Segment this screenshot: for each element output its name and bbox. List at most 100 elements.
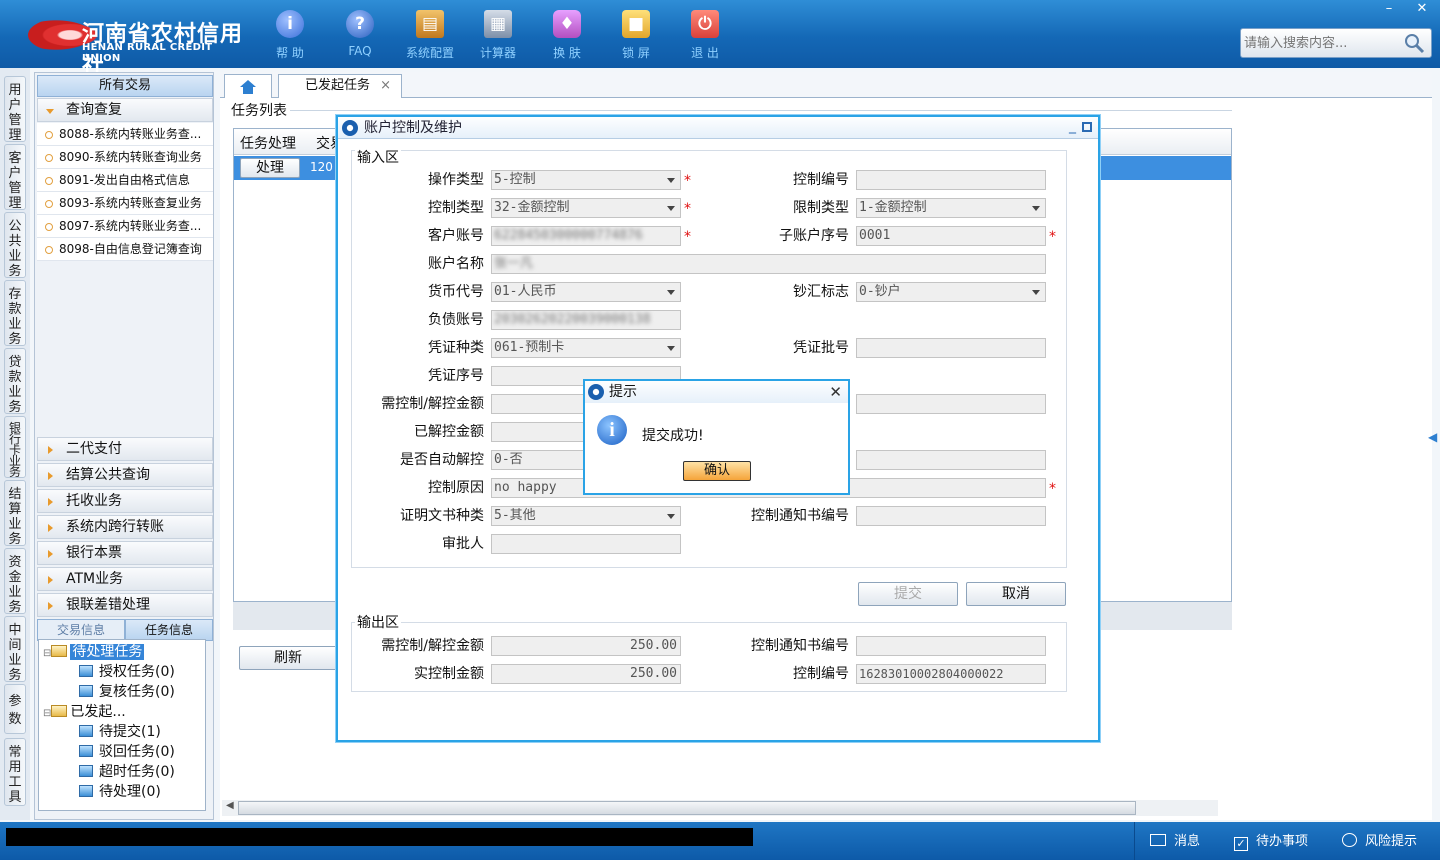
transaction-item[interactable]: 8097-系统内转账业务查... <box>37 215 213 238</box>
doc-type-select[interactable]: 5-其他 <box>491 506 681 526</box>
sub-seq-field[interactable]: 0001 <box>856 226 1046 246</box>
calculator-label: 计算器 <box>479 46 516 60</box>
transaction-item[interactable]: 8090-系统内转账查询业务 <box>37 146 213 169</box>
tree-node[interactable]: 待提交(1) <box>79 722 161 742</box>
module-tab-user[interactable]: 用户管理 <box>4 76 26 143</box>
tree-node[interactable]: 授权任务(0) <box>79 662 175 682</box>
brand-logo: 河南省农村信用社 HENAN RURAL CREDIT UNION <box>22 10 252 78</box>
tree-node-pending[interactable]: ⊟ 待处理任务 <box>43 642 145 662</box>
tab-task-info[interactable]: 任务信息 <box>125 619 213 641</box>
exit-label: 退 出 <box>691 46 719 60</box>
voucher-batch-field[interactable] <box>856 338 1046 358</box>
change-skin-button[interactable]: ♦ 换 肤 <box>536 8 598 62</box>
faq-button[interactable]: ? FAQ <box>329 8 391 62</box>
tab-close-icon[interactable]: × <box>380 75 391 97</box>
info-icon: i <box>597 415 627 445</box>
todo-button[interactable]: ✓ 待办事项 <box>1234 830 1308 851</box>
input-section-title: 输入区 <box>355 147 401 167</box>
exit-button[interactable]: ⏻ 退 出 <box>674 8 736 62</box>
lock-screen-button[interactable]: ■ 锁 屏 <box>605 8 667 62</box>
home-tab[interactable] <box>224 74 272 98</box>
tree-label: 超时任务(0) <box>99 764 175 780</box>
module-tab-params[interactable]: 参数 <box>4 684 26 734</box>
amount-label: 需控制/解控金额 <box>381 396 484 412</box>
voucher-seq-label: 凭证序号 <box>428 368 484 384</box>
module-tab-public[interactable]: 公共业务 <box>4 212 26 279</box>
module-tab-bank-card[interactable]: 银行卡业务 <box>4 416 26 478</box>
horizontal-scrollbar[interactable]: ◀ <box>222 800 1218 816</box>
tree-node[interactable]: 驳回任务(0) <box>79 742 175 762</box>
confirm-button[interactable]: 确认 <box>683 461 751 481</box>
alert-close-icon[interactable]: ✕ <box>829 381 842 403</box>
module-tab-funds[interactable]: 资金业务 <box>4 548 26 615</box>
blank-field[interactable] <box>856 450 1046 470</box>
cust-acct-field[interactable]: 6228450300000774876 <box>491 226 681 246</box>
search-input[interactable] <box>1244 33 1404 53</box>
category-item[interactable]: 结算公共查询 <box>37 463 213 487</box>
tree-node-initiated[interactable]: ⊟ 已发起... <box>43 702 126 722</box>
transaction-item[interactable]: 8098-自由信息登记簿查询 <box>37 238 213 261</box>
help-label: 帮 助 <box>276 46 304 60</box>
transaction-item[interactable]: 8088-系统内转账业务查... <box>37 123 213 146</box>
process-button[interactable]: 处理 <box>240 158 300 178</box>
module-tab-deposit[interactable]: 存款业务 <box>4 280 26 347</box>
ctrl-type-select[interactable]: 32-金额控制 <box>491 198 681 218</box>
category-item[interactable]: 系统内跨行转账 <box>37 515 213 539</box>
mail-icon <box>1150 834 1166 846</box>
minimize-button[interactable]: – <box>1374 0 1404 18</box>
op-type-select[interactable]: 5-控制 <box>491 170 681 190</box>
module-tab-tools[interactable]: 常用工具 <box>4 738 26 806</box>
module-tab-settlement[interactable]: 结算业务 <box>4 480 26 547</box>
tab-transaction-info[interactable]: 交易信息 <box>37 619 125 641</box>
blank-field[interactable] <box>856 394 1046 414</box>
category-item[interactable]: 托收业务 <box>37 489 213 513</box>
dialog-minimize-icon[interactable]: _ <box>1069 115 1076 137</box>
category-item[interactable]: ATM业务 <box>37 567 213 591</box>
transaction-item[interactable]: 8091-发出自由格式信息 <box>37 169 213 192</box>
risk-alert-button[interactable]: 风险提示 <box>1342 830 1417 849</box>
category-item[interactable]: 二代支付 <box>37 437 213 461</box>
acct-name-field[interactable]: 张一凡 <box>491 254 1046 274</box>
refresh-button[interactable]: 刷新 <box>239 646 337 670</box>
alert-title: 提示 <box>609 384 637 400</box>
module-tab-intermediary[interactable]: 中间业务 <box>4 616 26 683</box>
required-mark: * <box>1049 229 1056 245</box>
limit-type-select[interactable]: 1-金额控制 <box>856 198 1046 218</box>
tree-node[interactable]: 超时任务(0) <box>79 762 175 782</box>
collapse-right-icon[interactable]: ◀ <box>1428 430 1437 444</box>
submit-button[interactable]: 提交 <box>858 582 958 606</box>
module-tab-customer[interactable]: 客户管理 <box>4 144 26 211</box>
ctrl-no-field[interactable] <box>856 170 1046 190</box>
dialog-maximize-icon[interactable] <box>1082 122 1092 132</box>
scroll-left-icon[interactable]: ◀ <box>226 800 234 811</box>
message-button[interactable]: 消息 <box>1150 830 1200 849</box>
tree-node[interactable]: 复核任务(0) <box>79 682 175 702</box>
close-window-button[interactable]: ✕ <box>1407 0 1437 18</box>
scrollbar-thumb[interactable] <box>238 801 1136 815</box>
approver-field[interactable] <box>491 534 681 554</box>
transaction-item[interactable]: 8093-系统内转账查复业务 <box>37 192 213 215</box>
currency-select[interactable]: 01-人民币 <box>491 282 681 302</box>
category-query-reply[interactable]: 查询查复 <box>37 98 213 122</box>
notice-no-field[interactable] <box>856 506 1046 526</box>
out-actual-field: 250.00 <box>491 664 681 684</box>
system-config-label: 系统配置 <box>405 46 454 60</box>
system-config-button[interactable]: ▤ 系统配置 <box>399 8 461 62</box>
search-icon[interactable] <box>1403 32 1425 54</box>
cancel-button[interactable]: 取消 <box>966 582 1066 606</box>
voucher-type-select[interactable]: 061-预制卡 <box>491 338 681 358</box>
help-button[interactable]: i 帮 助 <box>259 8 321 62</box>
tree-label: 复核任务(0) <box>99 684 175 700</box>
debt-acct-field[interactable]: 20302620220039000138 <box>491 310 681 330</box>
tab-initiated-tasks[interactable]: 已发起任务 × <box>278 74 402 98</box>
out-actual-label: 实控制金额 <box>414 666 484 682</box>
module-tab-loan[interactable]: 贷款业务 <box>4 348 26 415</box>
sub-seq-label: 子账户序号 <box>779 228 849 244</box>
notice-no-label: 控制通知书编号 <box>751 508 849 524</box>
cash-flag-select[interactable]: 0-钞户 <box>856 282 1046 302</box>
calculator-button[interactable]: ▦ 计算器 <box>467 8 529 62</box>
tree-node[interactable]: 待处理(0) <box>79 782 161 802</box>
category-item[interactable]: 银行本票 <box>37 541 213 565</box>
alert-message: 提交成功! <box>642 428 704 444</box>
category-item[interactable]: 银联差错处理 <box>37 593 213 617</box>
